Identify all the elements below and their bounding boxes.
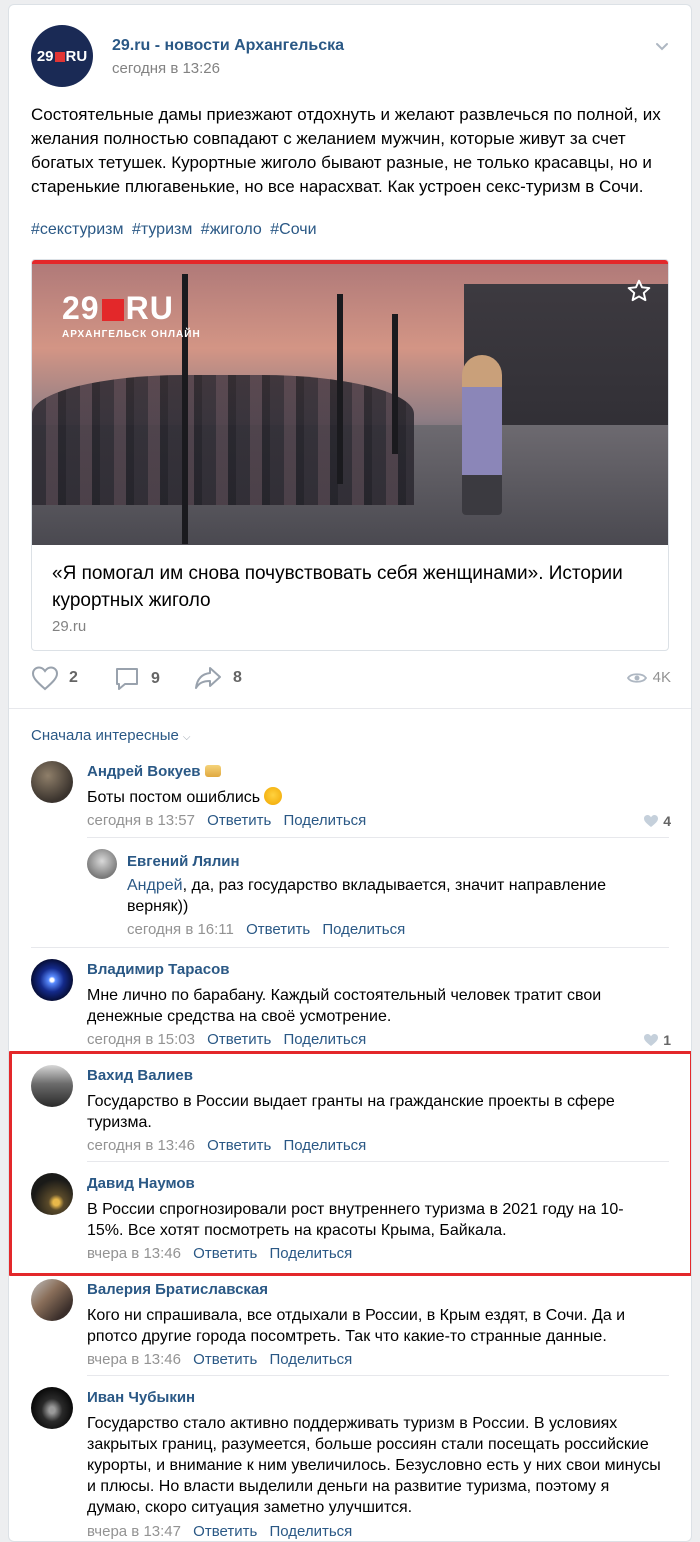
comment-like-button[interactable]: 4	[643, 813, 671, 829]
share-link[interactable]: Поделиться	[283, 1137, 366, 1154]
comment: Андрей Вокуев Боты постом ошиблись сегод…	[31, 761, 671, 841]
avatar[interactable]	[31, 1173, 73, 1215]
comment-meta: вчера в 13:46 Ответить Поделиться	[87, 1245, 352, 1262]
avatar[interactable]	[31, 1387, 73, 1429]
share-link[interactable]: Поделиться	[269, 1245, 352, 1262]
avatar[interactable]	[31, 959, 73, 1001]
comment-author[interactable]: Валерия Братиславская	[87, 1281, 268, 1298]
star-icon[interactable]	[626, 278, 652, 304]
comment-text: Государство стало активно поддерживать т…	[87, 1415, 661, 1516]
share-link[interactable]: Поделиться	[283, 812, 366, 829]
like-button[interactable]: 2	[31, 665, 78, 691]
snippet-logo: 29 RU АРХАНГЕЛЬСК ОНЛАЙН	[62, 290, 201, 340]
hashtag-link[interactable]: #туризм	[132, 221, 192, 238]
snippet-title[interactable]: «Я помогал им снова почувствовать себя ж…	[52, 560, 652, 614]
share-icon	[195, 667, 221, 689]
post-card: 29 RU 29.ru - новости Архангельска сегодн…	[8, 4, 692, 1542]
comment-meta: вчера в 13:46 Ответить Поделиться	[87, 1351, 352, 1368]
avatar[interactable]	[87, 849, 117, 879]
avatar[interactable]	[31, 761, 73, 803]
comment-like-button[interactable]: 1	[643, 1032, 671, 1048]
comment: Валерия Братиславская Кого ни спрашивала…	[31, 1279, 671, 1369]
link-snippet[interactable]: 29 RU АРХАНГЕЛЬСК ОНЛАЙН «Я помогал им сн…	[31, 259, 669, 651]
comment-author[interactable]: Вахид Валиев	[87, 1067, 193, 1084]
comment-author[interactable]: Андрей Вокуев	[87, 763, 221, 780]
comment-icon	[116, 668, 138, 690]
comment-author[interactable]: Иван Чубыкин	[87, 1389, 195, 1406]
share-link[interactable]: Поделиться	[322, 921, 405, 938]
separator	[31, 947, 669, 948]
comment-text: Мне лично по барабану. Каждый состоятель…	[87, 987, 602, 1025]
comment-date[interactable]: вчера в 13:47	[87, 1523, 181, 1540]
comment-author[interactable]: Владимир Тарасов	[87, 961, 229, 978]
comment: Владимир Тарасов Мне лично по барабану. …	[31, 959, 671, 1049]
laughing-emoji-icon	[264, 787, 283, 805]
comment-author[interactable]: Давид Наумов	[87, 1175, 195, 1192]
reply-link[interactable]: Ответить	[207, 1031, 271, 1048]
reply-link[interactable]: Ответить	[207, 1137, 271, 1154]
post-tags: #секстуризм #туризм #жиголо #Сочи	[31, 221, 321, 239]
community-avatar[interactable]: 29 RU	[31, 25, 93, 87]
comment-meta: сегодня в 16:11 Ответить Поделиться	[127, 921, 405, 938]
views-counter: 4K	[626, 669, 671, 686]
comment-meta: сегодня в 13:57 Ответить Поделиться	[87, 812, 366, 829]
separator	[87, 1375, 669, 1376]
hashtag-link[interactable]: #жиголо	[201, 221, 262, 238]
reply-link[interactable]: Ответить	[207, 812, 271, 829]
comment-text: Боты постом ошиблись	[87, 787, 667, 808]
separator	[87, 837, 669, 838]
comment: Вахид Валиев Государство в России выдает…	[31, 1065, 671, 1155]
post-author[interactable]: 29.ru - новости Архангельска	[112, 37, 344, 55]
shares-count: 8	[233, 669, 242, 686]
cake-icon	[204, 765, 221, 777]
share-link[interactable]: Поделиться	[269, 1351, 352, 1368]
heart-icon	[644, 1034, 659, 1046]
reply-link[interactable]: Ответить	[193, 1245, 257, 1262]
comment-date[interactable]: сегодня в 13:57	[87, 812, 195, 829]
comment-author[interactable]: Евгений Лялин	[127, 853, 240, 870]
snippet-source: 29.ru	[52, 618, 87, 635]
eye-icon	[626, 672, 647, 683]
separator	[87, 1161, 669, 1162]
comment: Иван Чубыкин Государство стало активно п…	[31, 1387, 671, 1540]
comments-sort-dropdown[interactable]: Сначала интересные ⌵	[31, 727, 190, 744]
comment-date[interactable]: сегодня в 13:46	[87, 1137, 195, 1154]
comment-text: Государство в России выдает гранты на гр…	[87, 1093, 615, 1131]
comment-meta: сегодня в 13:46 Ответить Поделиться	[87, 1137, 366, 1154]
mention-link[interactable]: Андрей	[127, 877, 183, 894]
comment-text: Кого ни спрашивала, все отдыхали в Росси…	[87, 1307, 626, 1345]
post-actions: 2 9 8	[31, 665, 671, 693]
heart-icon	[31, 666, 59, 691]
post-date[interactable]: сегодня в 13:26	[112, 60, 220, 77]
comment-text: В России спрогнозировали рост внутреннег…	[87, 1201, 624, 1239]
hashtag-link[interactable]: #секстуризм	[31, 221, 123, 238]
likes-count: 2	[69, 669, 78, 686]
comment-reply: Евгений Лялин Андрей, да, раз государств…	[87, 849, 671, 939]
comment-date[interactable]: вчера в 13:46	[87, 1351, 181, 1368]
comments-count: 9	[151, 670, 160, 687]
hashtag-link[interactable]: #Сочи	[270, 221, 316, 238]
comment: Давид Наумов В России спрогнозировали ро…	[31, 1173, 671, 1263]
comment-date[interactable]: вчера в 13:46	[87, 1245, 181, 1262]
comment-date[interactable]: сегодня в 16:11	[127, 921, 234, 938]
avatar[interactable]	[31, 1065, 73, 1107]
share-link[interactable]: Поделиться	[269, 1523, 352, 1540]
share-button[interactable]: 8	[193, 665, 242, 691]
comment-button[interactable]: 9	[113, 665, 160, 693]
snippet-image[interactable]: 29 RU АРХАНГЕЛЬСК ОНЛАЙН	[32, 260, 668, 545]
divider	[9, 708, 691, 709]
comment-date[interactable]: сегодня в 15:03	[87, 1031, 195, 1048]
reply-link[interactable]: Ответить	[246, 921, 310, 938]
comment-text: Андрей, да, раз государство вкладывается…	[127, 877, 607, 915]
avatar[interactable]	[31, 1279, 73, 1321]
comment-meta: вчера в 13:47 Ответить Поделиться	[87, 1523, 352, 1540]
share-link[interactable]: Поделиться	[283, 1031, 366, 1048]
post-text: Состоятельные дамы приезжают отдохнуть и…	[31, 105, 661, 196]
comment-meta: сегодня в 15:03 Ответить Поделиться	[87, 1031, 366, 1048]
heart-icon	[644, 815, 659, 827]
reply-link[interactable]: Ответить	[193, 1523, 257, 1540]
chevron-down-icon[interactable]	[655, 39, 669, 53]
reply-link[interactable]: Ответить	[193, 1351, 257, 1368]
